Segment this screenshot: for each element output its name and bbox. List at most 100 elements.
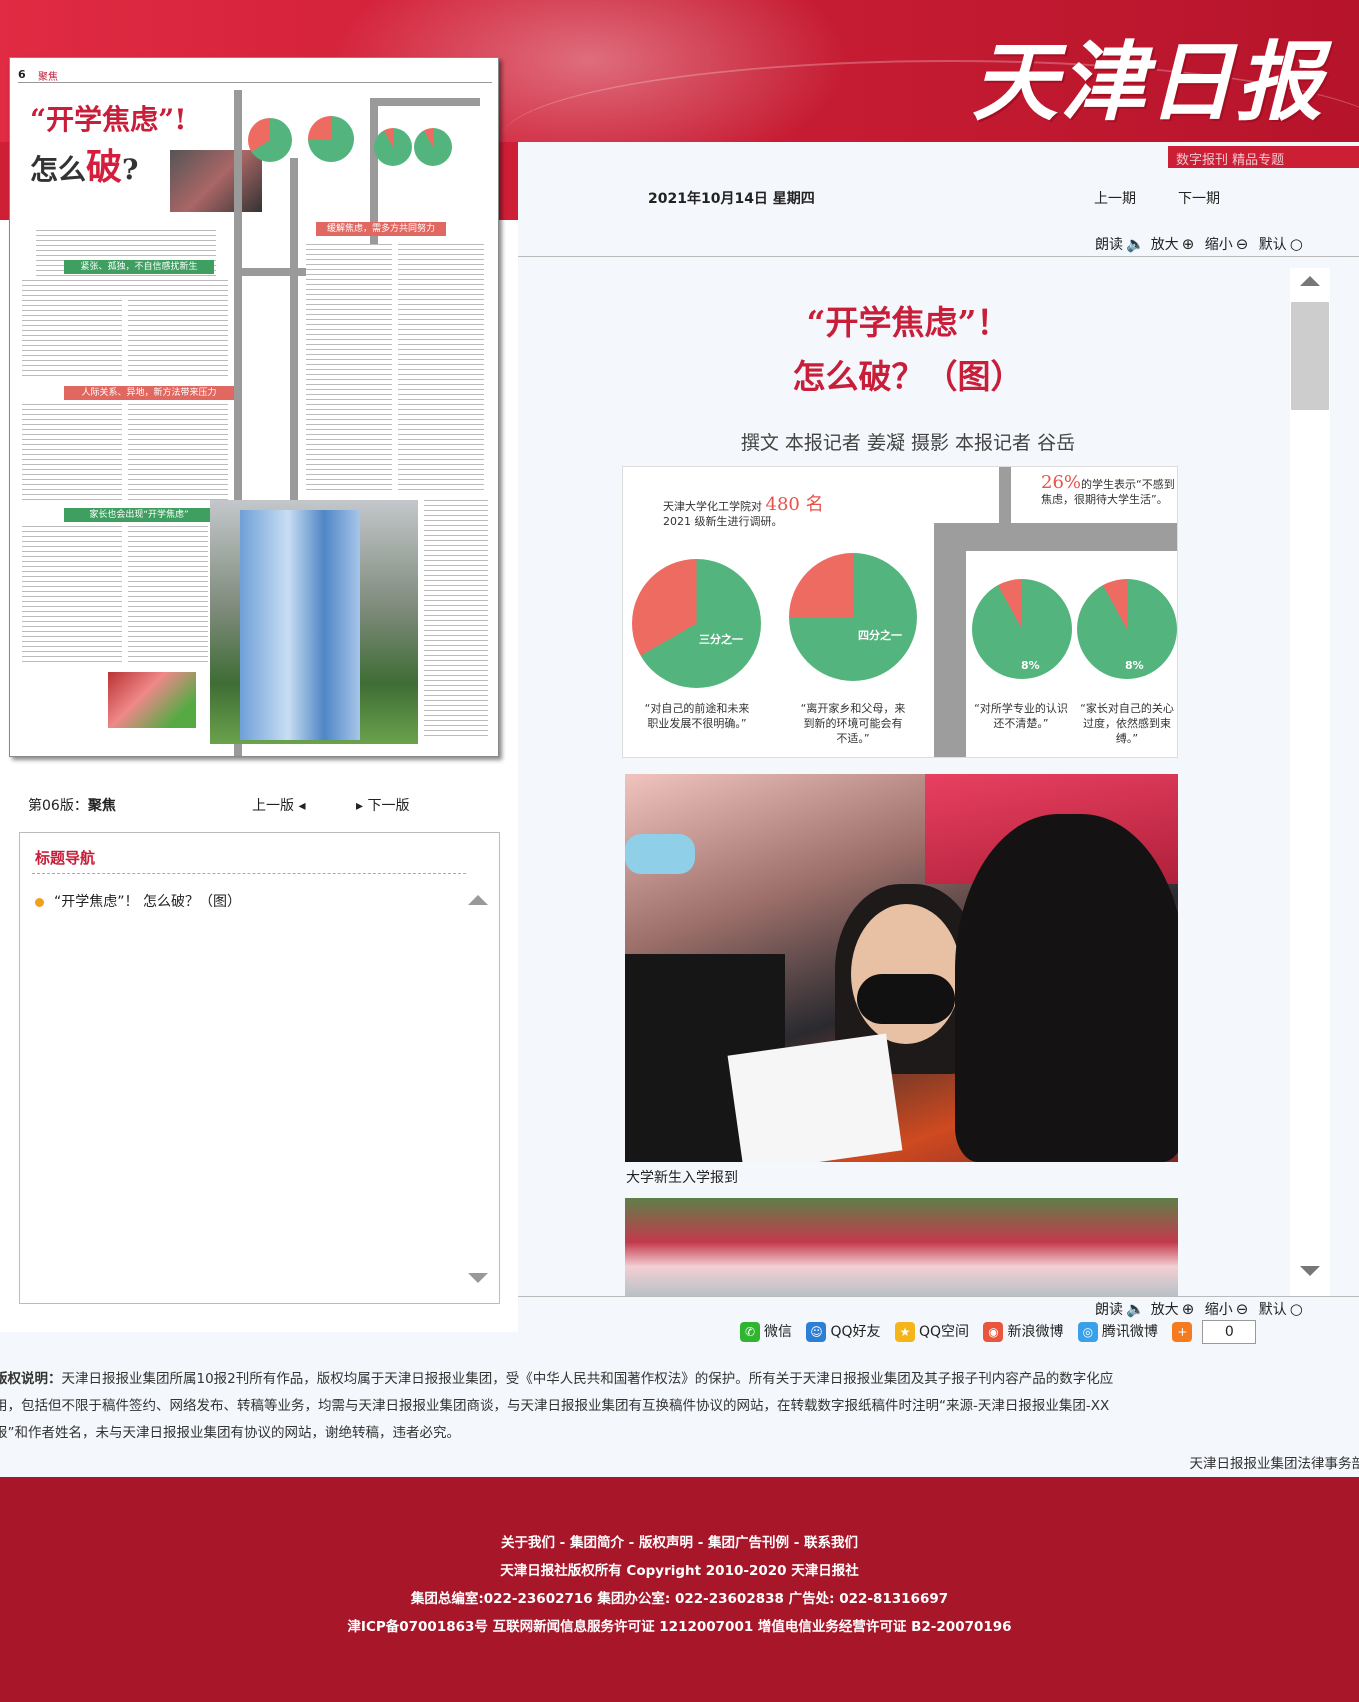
copyright-text-1: 天津日报报业集团所属10报2刊所有作品，版权均属于天津日报报业集团，受《中华人民… <box>61 1371 1114 1387</box>
prev-edition-label: 上一版 <box>252 798 294 814</box>
scroll-up-arrow-icon[interactable] <box>1300 276 1320 286</box>
next-issue-link[interactable]: 下一期 <box>1178 188 1220 208</box>
page-number: 6 <box>18 68 26 81</box>
scrollbar-track[interactable] <box>1290 268 1330 1296</box>
pie-caption-3: “对所学专业的认识还不清楚。” <box>974 702 1068 730</box>
share-qzone[interactable]: ★ QQ空间 <box>885 1322 969 1342</box>
footer-icp[interactable]: 津ICP备07001863号 互联网新闻信息服务许可证 1212007001 增… <box>0 1615 1359 1635</box>
newspaper-page-thumbnail[interactable]: 6 聚焦 “开学焦虑”! 怎么破? 紧张、孤独，不自信感扰新生 人际关系、异地，… <box>9 57 499 757</box>
page-section: 聚焦 <box>38 72 58 83</box>
default-size-button[interactable]: 默认 ○ <box>1258 235 1306 253</box>
zoom-out-button[interactable]: 缩小 ⊖ <box>1204 1300 1252 1318</box>
thumb-subhead-4: 缓解焦虑，需多方共同努力 <box>316 222 446 236</box>
title-nav-item-label: “开学焦虑”！ 怎么破？（图） <box>54 894 241 910</box>
share-wechat[interactable]: ✆ 微信 <box>740 1322 792 1342</box>
footer-links[interactable]: 关于我们 - 集团简介 - 版权声明 - 集团广告刊例 - 联系我们 <box>0 1531 1359 1551</box>
tencent-weibo-icon: ◎ <box>1077 1322 1098 1342</box>
read-label: 朗读 <box>1095 237 1123 253</box>
scroll-down-arrow-icon[interactable] <box>1300 1266 1320 1276</box>
info-intro-num: 480 名 <box>765 494 824 515</box>
font-tools-top: 朗读 🔈 放大 ⊕ 缩小 ⊖ 默认 ○ <box>1095 234 1309 254</box>
scroll-up-arrow-icon[interactable] <box>468 895 488 905</box>
default-label: 默认 <box>1258 1302 1287 1318</box>
default-label: 默认 <box>1258 237 1287 253</box>
thumb-pie-1 <box>248 118 292 162</box>
speaker-icon: 🔈 <box>1126 235 1145 253</box>
photo-person-mask <box>625 834 695 874</box>
wechat-icon: ✆ <box>740 1322 760 1342</box>
share-wechat-label: 微信 <box>764 1324 792 1340</box>
edition-label-text: 第06版： <box>28 798 88 814</box>
share-count: 0 <box>1202 1320 1257 1344</box>
circle-icon: ○ <box>1289 235 1303 253</box>
info-stat-num: 26% <box>1041 472 1082 493</box>
thumb-headline-2: 怎么破? <box>30 138 138 190</box>
arrow-right-icon: ▸ <box>356 798 368 814</box>
pie-label-2: 四分之一 <box>858 629 902 642</box>
pie-chart-2 <box>789 553 917 681</box>
copyright-line-1: 版权说明：天津日报报业集团所属10报2刊所有作品，版权均属于天津日报报业集团，受… <box>0 1366 1359 1393</box>
article-scrollbar[interactable] <box>1290 268 1330 1296</box>
info-grey-bar <box>999 467 1011 525</box>
bullet-icon <box>35 897 44 907</box>
article-title-line1: “开学焦虑”！ <box>806 303 1010 342</box>
thumb-body-text <box>22 280 122 380</box>
article-photo-1[interactable] <box>625 774 1178 1162</box>
scrollbar-thumb[interactable] <box>1291 302 1329 410</box>
thumb-photo-small <box>170 150 262 212</box>
read-aloud-button[interactable]: 朗读 🔈 <box>1095 1300 1148 1318</box>
page-header-rule <box>18 82 492 83</box>
zoom-in-button[interactable]: 放大 ⊕ <box>1150 1300 1198 1318</box>
pie-caption-1: “对自己的前途和未来职业发展不很明确。” <box>644 702 750 730</box>
read-aloud-button[interactable]: 朗读 🔈 <box>1095 235 1148 253</box>
thumb-photo-cloth <box>240 510 360 740</box>
edition-label: 第06版：聚焦 <box>28 795 116 815</box>
plus-icon: + <box>1172 1322 1193 1342</box>
share-sina-weibo[interactable]: ◉ 新浪微博 <box>973 1322 1064 1342</box>
circle-icon: ○ <box>1289 1300 1303 1318</box>
thumb-subhead-1: 紧张、孤独，不自信感扰新生 <box>64 260 214 274</box>
site-footer: 关于我们 - 集团简介 - 版权声明 - 集团广告刊例 - 联系我们 天津日报社… <box>0 1477 1359 1702</box>
scroll-down-arrow-icon[interactable] <box>468 1273 488 1283</box>
pie-label-4: 8% <box>1125 659 1144 672</box>
share-sina-label: 新浪微博 <box>1007 1324 1064 1340</box>
thumb-body-text <box>22 404 122 504</box>
next-edition-link[interactable]: ▸ 下一版 <box>356 795 409 815</box>
pie-chart-1 <box>632 559 761 688</box>
share-more[interactable]: + <box>1162 1322 1196 1342</box>
weibo-icon: ◉ <box>983 1322 1004 1342</box>
share-qq-friend[interactable]: ☺ QQ好友 <box>796 1322 881 1342</box>
zoom-out-button[interactable]: 缩小 ⊖ <box>1205 235 1252 253</box>
copyright-line-2: 用，包括但不限于稿件签约、网络发布、转稿等业务，均需与天津日报报业集团商谈，与天… <box>0 1398 1110 1414</box>
article-bottom-rule <box>518 1296 1359 1297</box>
thumb-headline-2b: 破 <box>86 146 123 188</box>
share-qzone-label: QQ空间 <box>918 1324 969 1340</box>
prev-edition-link[interactable]: 上一版 ◂ <box>252 795 305 815</box>
zoom-in-label: 放大 <box>1150 1302 1179 1318</box>
share-qq-label: QQ好友 <box>830 1324 881 1340</box>
newspaper-logo[interactable]: 天津日报 <box>972 12 1324 137</box>
prev-issue-link[interactable]: 上一期 <box>1094 188 1136 208</box>
default-size-button[interactable]: 默认 ○ <box>1258 1300 1306 1318</box>
article-photo-2[interactable] <box>625 1198 1178 1296</box>
edition-name[interactable]: 聚焦 <box>88 798 116 814</box>
minus-circle-icon: ⊖ <box>1235 235 1249 253</box>
qzone-star-icon: ★ <box>894 1322 915 1342</box>
thumb-body-text <box>128 280 228 380</box>
thumb-pie-4 <box>414 128 452 166</box>
title-nav-item[interactable]: “开学焦虑”！ 怎么破？（图） <box>35 891 241 911</box>
thumb-body-text <box>22 526 122 666</box>
header-rule <box>518 256 1359 257</box>
speaker-icon: 🔈 <box>1126 1300 1145 1318</box>
plus-circle-icon: ⊕ <box>1181 1300 1195 1318</box>
share-tencent-weibo[interactable]: ◎ 腾讯微博 <box>1068 1322 1158 1342</box>
thumb-headline-1: “开学焦虑”! <box>30 103 187 136</box>
title-nav-divider <box>32 873 466 874</box>
zoom-in-label: 放大 <box>1150 237 1179 253</box>
zoom-out-label: 缩小 <box>1204 1302 1233 1318</box>
read-label: 朗读 <box>1095 1302 1123 1318</box>
legal-department: 天津日报报业集团法律事务部 <box>1189 1456 1359 1472</box>
zoom-in-button[interactable]: 放大 ⊕ <box>1150 235 1198 253</box>
banner-strip-links[interactable]: 数字报刊 精品专题 <box>1168 146 1359 168</box>
copyright-line-3: 报”和作者姓名，未与天津日报报业集团有协议的网站，谢绝转稿，违者必究。 <box>0 1425 460 1441</box>
